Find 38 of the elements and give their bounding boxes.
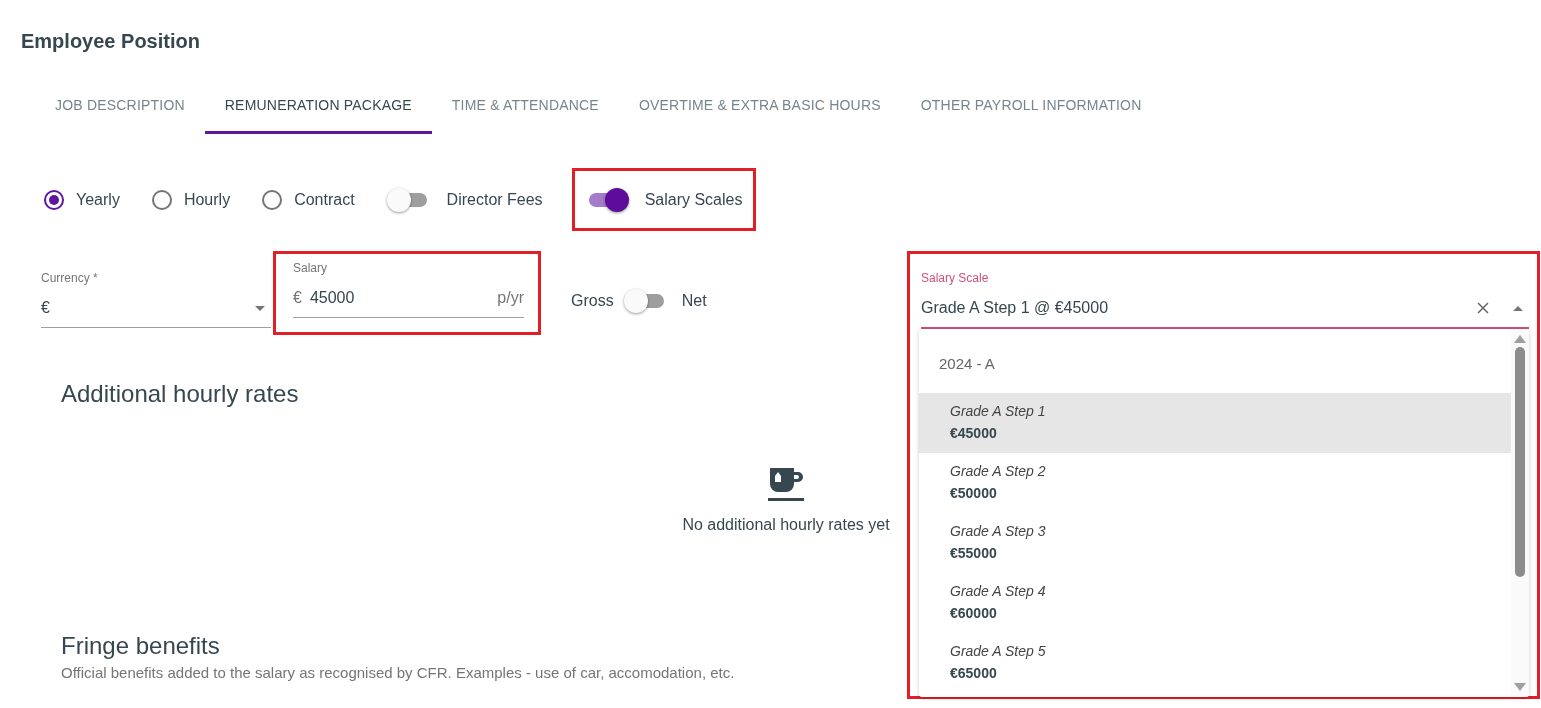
section-description: Official benefits added to the salary as recognised by CFR. Examples - use of car, accomodation, etc. xyxy=(61,664,735,681)
tab[interactable]: TIME & ATTENDANCE xyxy=(431,81,619,134)
net-label: Net xyxy=(681,292,707,310)
salary-scale-label: Salary Scale xyxy=(921,271,990,287)
dropdown-option[interactable]: Grade A Step 5 €65000 xyxy=(919,633,1511,693)
tab[interactable]: OVERTIME & EXTRA BASIC HOURS xyxy=(618,81,901,134)
currency-label: Currency * xyxy=(41,271,99,287)
switch-label: Director Fees xyxy=(446,190,543,209)
radio-button[interactable] xyxy=(262,189,283,210)
caret-icon[interactable] xyxy=(1513,305,1523,311)
salary-label: Salary xyxy=(293,261,328,277)
radio-button[interactable] xyxy=(44,189,64,210)
switch-label: Salary Scales xyxy=(644,190,743,209)
salary-field[interactable]: € 45000 p/yr xyxy=(293,279,524,318)
radio-button[interactable] xyxy=(151,189,172,210)
empty-state-text: No additional hourly rates yet xyxy=(682,516,890,534)
tab[interactable]: OTHER PAYROLL INFORMATION xyxy=(900,81,1162,134)
dropdown-option[interactable]: Grade A Step 3 €55000 xyxy=(919,513,1511,573)
gross-label: Gross xyxy=(571,292,614,310)
dropdown-option[interactable]: Grade A Step 1 €45000 xyxy=(919,393,1511,453)
clear-icon[interactable] xyxy=(1477,302,1489,314)
caret-icon xyxy=(255,305,265,311)
section-heading: Fringe benefits xyxy=(61,632,221,660)
option-group-header: 2024 - A xyxy=(938,354,996,374)
scroll-up-icon[interactable] xyxy=(1514,335,1526,343)
cup-icon xyxy=(768,468,804,502)
dropdown-option[interactable]: Grade A Step 4 €60000 xyxy=(919,573,1511,633)
radio-label: Yearly xyxy=(76,190,120,209)
currency-select[interactable]: € xyxy=(41,289,271,328)
scrollbar[interactable] xyxy=(1511,329,1529,697)
page-title: Employee Position xyxy=(21,30,201,53)
section-heading: Additional hourly rates xyxy=(61,380,300,408)
radio-label: Hourly xyxy=(183,190,231,209)
tab[interactable]: REMUNERATION PACKAGE xyxy=(204,81,432,134)
scroll-down-icon[interactable] xyxy=(1514,683,1526,691)
radio-label: Contract xyxy=(294,190,355,209)
tab[interactable]: JOB DESCRIPTION xyxy=(35,81,205,134)
dropdown-option[interactable]: Grade A Step 2 €50000 xyxy=(919,453,1511,513)
